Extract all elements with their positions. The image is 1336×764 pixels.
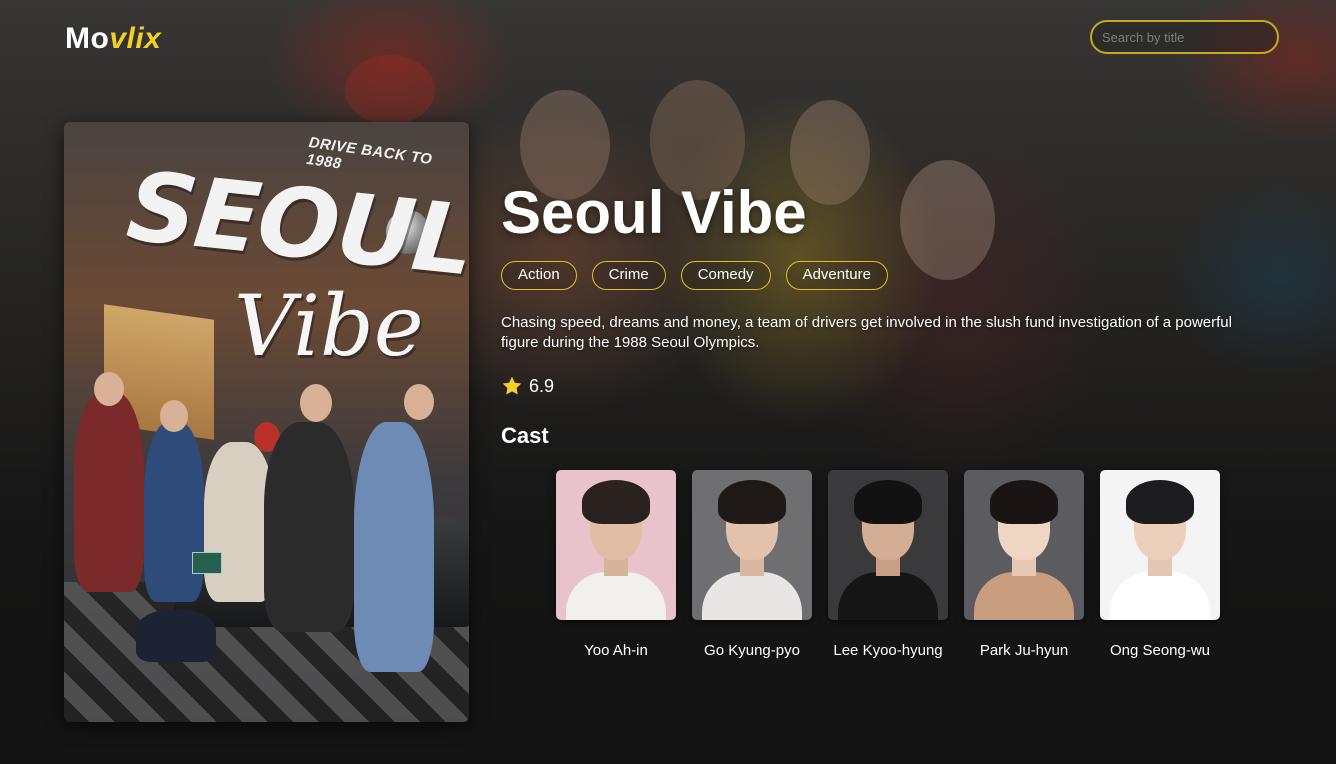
cast-name: Park Ju-hyun — [979, 642, 1069, 659]
poster-head — [94, 372, 124, 406]
cast-photo — [556, 470, 676, 620]
cast-name: Go Kyung-pyo — [704, 642, 800, 659]
rating: 6.9 — [501, 375, 554, 397]
cast-card[interactable]: Yoo Ah-in — [548, 470, 684, 659]
rating-value: 6.9 — [529, 375, 555, 396]
poster-person — [74, 392, 144, 592]
poster-person — [144, 422, 204, 602]
star-icon — [502, 376, 522, 395]
poster-head — [300, 384, 332, 422]
cast-name: Yoo Ah-in — [584, 642, 648, 659]
poster-plate — [192, 552, 222, 574]
movie-title: Seoul Vibe — [501, 179, 807, 246]
cast-photo — [964, 470, 1084, 620]
genre-tag-action[interactable]: Action — [501, 261, 577, 290]
poster-bag — [136, 610, 216, 662]
poster-person — [264, 422, 354, 632]
genre-list: Action Crime Comedy Adventure — [501, 261, 888, 290]
cast-photo — [692, 470, 812, 620]
cast-card[interactable]: Ong Seong-wu — [1092, 470, 1228, 659]
search-input[interactable] — [1090, 20, 1279, 54]
logo-part-1: Mo — [65, 22, 110, 55]
poster-script-title: Vibe — [234, 277, 424, 375]
cast-name: Ong Seong-wu — [1109, 642, 1211, 659]
logo-part-2: vlix — [109, 22, 162, 55]
genre-tag-comedy[interactable]: Comedy — [680, 261, 771, 290]
cast-photo — [828, 470, 948, 620]
poster-person — [354, 422, 434, 672]
genre-tag-crime[interactable]: Crime — [591, 261, 666, 290]
cast-card[interactable]: Park Ju-hyun — [956, 470, 1092, 659]
cast-photo — [1100, 470, 1220, 620]
movie-overview: Chasing speed, dreams and money, a team … — [501, 314, 1232, 351]
poster-head — [160, 400, 188, 432]
genre-tag-adventure[interactable]: Adventure — [785, 261, 888, 290]
cast-card[interactable]: Go Kyung-pyo — [684, 470, 820, 659]
cast-card[interactable]: Lee Kyoo-hyung — [820, 470, 956, 659]
cast-name: Lee Kyoo-hyung — [833, 642, 943, 659]
movie-poster: DRIVE BACK TO 1988 SEOUL Vibe — [64, 122, 469, 722]
poster-head — [404, 384, 434, 420]
cast-list: Yoo Ah-in Go Kyung-pyo Lee Kyoo-hyung Pa… — [548, 470, 1228, 659]
logo[interactable]: Movlix — [65, 22, 161, 56]
cast-heading: Cast — [501, 423, 549, 448]
